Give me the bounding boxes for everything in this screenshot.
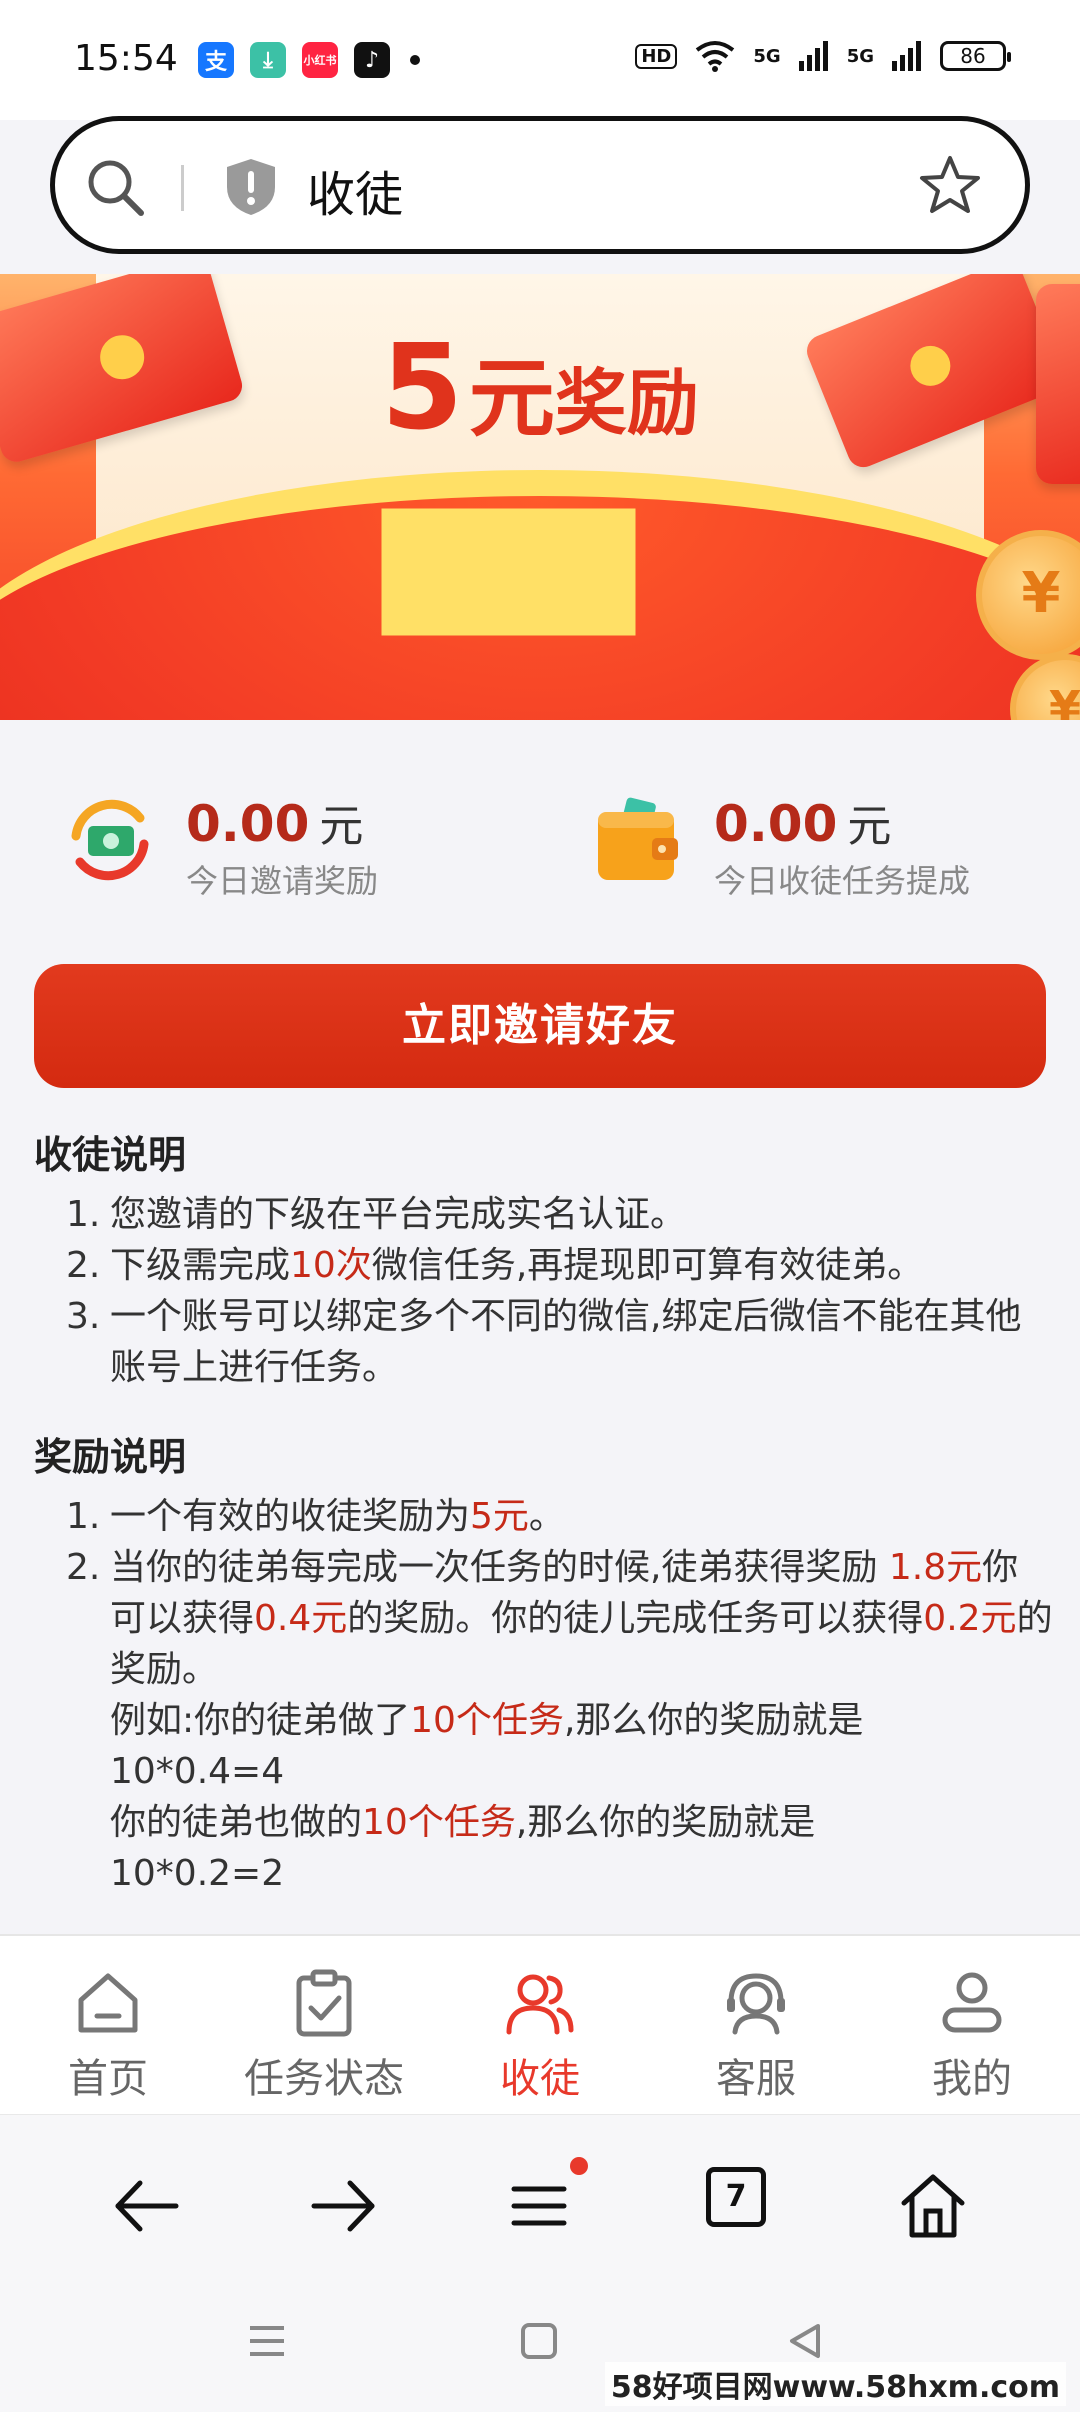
download-icon: ⤓ <box>250 42 286 78</box>
today-withdraw-label: 今日收徒任务提成 <box>714 862 971 900</box>
list-item: 1. 一个有效的收徒奖励为5元。 <box>66 1496 565 1537</box>
back-arrow-icon[interactable] <box>112 2171 182 2241</box>
today-invite-unit: 元 <box>319 801 364 852</box>
menu-icon[interactable] <box>504 2171 574 2241</box>
list-item: 2. 下级需完成10次微信任务,再提现即可算有效徒弟。 <box>66 1245 924 1286</box>
more-notifications-dot <box>410 55 420 65</box>
hd-voice-icon: HD <box>635 43 678 69</box>
battery-icon: 86 <box>940 41 1011 71</box>
shield-warning-icon[interactable] <box>223 157 279 217</box>
system-back-icon[interactable] <box>784 2320 826 2362</box>
tab-service[interactable]: 客服 <box>648 1936 864 2114</box>
search-query-text[interactable]: 收徒 <box>307 155 403 225</box>
recent-apps-icon[interactable] <box>246 2320 288 2362</box>
tab-mine-label: 我的 <box>932 2056 1012 2102</box>
banner-text: 奖励 <box>554 361 699 445</box>
today-withdraw-unit: 元 <box>847 801 892 852</box>
watermark-text: 58好项目网www.58hxm.com <box>604 2362 1066 2406</box>
signal-5g-icon: 5G <box>753 45 781 67</box>
reward-summary: 0.00 元 今日邀请奖励 0.00 元 今日收徒任务提成 <box>0 784 1080 904</box>
tabs-count-button[interactable]: 7 <box>706 2167 766 2227</box>
alipay-icon: 支 <box>198 42 234 78</box>
bookmark-star-icon[interactable] <box>917 153 983 219</box>
menu-badge-dot <box>570 2157 588 2175</box>
invite-friends-button[interactable]: 立即邀请好友 <box>34 964 1046 1088</box>
banner-unit: 元 <box>468 349 555 449</box>
reward-banner: ¥ ¥ 5 元奖励 <box>0 274 1080 720</box>
browser-toolbar: 7 <box>0 2114 1080 2284</box>
signal-bars-icon <box>798 41 828 71</box>
today-withdraw-commission: 0.00 元 今日收徒任务提成 <box>590 784 1050 904</box>
apprentice-rules-list: 1. 您邀请的下级在平台完成实名认证。 2. 下级需完成10次微信任务,再提现即可算… <box>34 1189 1054 1393</box>
apprentice-rules-title: 收徒说明 <box>34 1133 187 1177</box>
tab-service-label: 客服 <box>716 2056 796 2102</box>
list-item: 3. 一个账号可以绑定多个不同的微信,绑定后微信不能在其他账号上进行任务。 <box>66 1296 1022 1388</box>
search-divider <box>181 165 184 211</box>
browser-home-icon[interactable] <box>898 2171 968 2241</box>
notification-icons: 支 ⤓ 小红书 ♪ <box>198 42 420 78</box>
tab-apprentice[interactable]: 收徒 <box>432 1936 648 2114</box>
status-time: 15:54 <box>74 38 178 79</box>
tab-task-status[interactable]: 任务状态 <box>216 1936 432 2114</box>
reward-rules-title: 奖励说明 <box>34 1435 187 1479</box>
tab-mine[interactable]: 我的 <box>864 1936 1080 2114</box>
banner-title: 5 元奖励 <box>0 318 1080 456</box>
user-icon <box>942 1972 1002 2033</box>
forward-arrow-icon[interactable] <box>308 2171 378 2241</box>
today-withdraw-value: 0.00 <box>714 795 838 853</box>
status-bar: 15:54 支 ⤓ 小红书 ♪ HD 5G 5G 86 <box>0 0 1080 120</box>
home-icon <box>78 1973 138 2033</box>
home-square-icon[interactable] <box>518 2320 560 2362</box>
today-invite-reward: 0.00 元 今日邀请奖励 <box>62 784 522 904</box>
tab-task-status-label: 任务状态 <box>244 2056 404 2102</box>
wifi-icon <box>696 41 735 72</box>
search-icon[interactable] <box>83 155 147 219</box>
tab-apprentice-label: 收徒 <box>500 2056 580 2102</box>
tab-home-label: 首页 <box>68 2056 148 2102</box>
reward-rules-section: 奖励说明 1. 一个有效的收徒奖励为5元。 2. 当你的徒弟每完成一次任务的时候,徒… <box>34 1426 1054 1899</box>
tiktok-icon: ♪ <box>354 42 390 78</box>
example-formula: 10*0.4=4 <box>110 1751 285 1792</box>
today-invite-label: 今日邀请奖励 <box>186 862 379 900</box>
bottom-tab-bar: 首页 任务状态 收徒 客服 我的 <box>0 1934 1080 2114</box>
signal-5g-icon-2: 5G <box>846 45 874 67</box>
signal-bars-icon-2 <box>892 41 921 71</box>
list-item: 2. 当你的徒弟每完成一次任务的时候,徒弟获得奖励 1.8元你可以获得0.4元的奖… <box>66 1547 1053 1690</box>
example-line: 例如:你的徒弟做了10个任务,那么你的奖励就是 <box>110 1700 864 1741</box>
xiaohongshu-icon: 小红书 <box>302 42 338 78</box>
today-invite-value: 0.00 <box>186 795 310 853</box>
tab-home[interactable]: 首页 <box>0 1936 216 2114</box>
system-navigation-bar: 58好项目网www.58hxm.com <box>0 2284 1080 2412</box>
address-search-bar[interactable]: 收徒 <box>50 116 1030 254</box>
clipboard-check-icon <box>296 1969 352 2037</box>
users-icon <box>506 1974 574 2035</box>
example-formula: 10*0.2=2 <box>110 1853 285 1894</box>
wallet-icon <box>598 797 678 880</box>
apprentice-rules-section: 收徒说明 1. 您邀请的下级在平台完成实名认证。 2. 下级需完成10次微信任务,再… <box>34 1124 1054 1393</box>
money-refresh-icon <box>71 799 149 881</box>
list-item: 1. 您邀请的下级在平台完成实名认证。 <box>66 1194 687 1235</box>
reward-rules-list: 1. 一个有效的收徒奖励为5元。 2. 当你的徒弟每完成一次任务的时候,徒弟获得奖励… <box>34 1491 1054 1899</box>
banner-amount: 5 <box>381 318 464 456</box>
example-line: 你的徒弟也做的10个任务,那么你的奖励就是 <box>110 1802 816 1843</box>
customer-service-icon <box>727 1973 785 2035</box>
status-indicators: HD 5G 5G 86 <box>635 40 1011 72</box>
